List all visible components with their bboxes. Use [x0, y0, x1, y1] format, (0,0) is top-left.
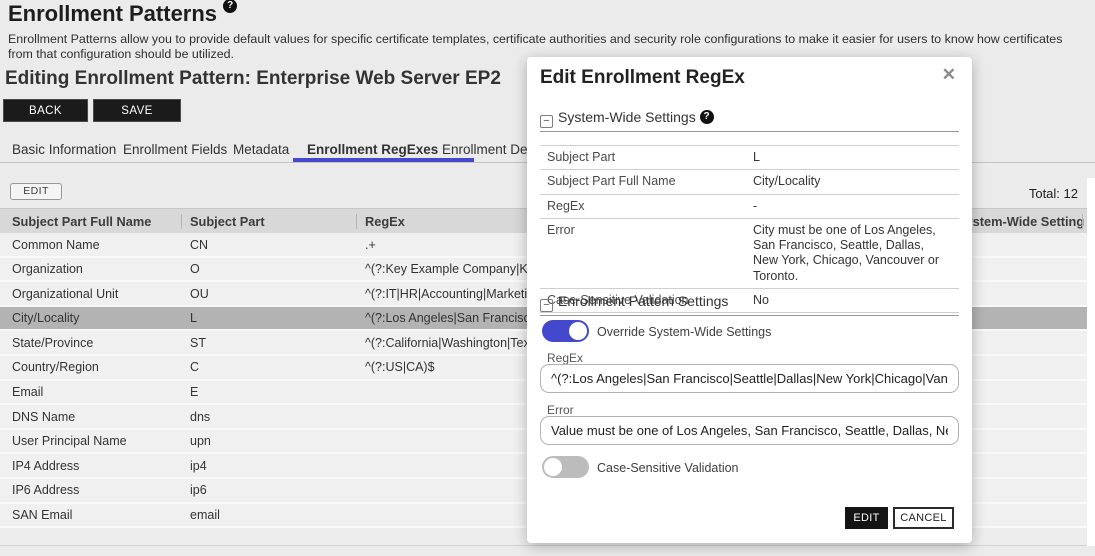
toggle-knob: [569, 322, 587, 340]
cell-regex: ^(?:California|Washington|Texas: [365, 336, 543, 350]
case-sensitive-toggle[interactable]: [542, 456, 589, 478]
cell-subject-part: CN: [190, 238, 208, 252]
system-section-title: System-Wide Settings: [558, 109, 696, 125]
info-value: No: [753, 293, 951, 308]
page-title: Enrollment Patterns ?: [8, 1, 237, 27]
case-sensitive-toggle-label: Case-Sensitive Validation: [597, 461, 739, 475]
info-label: Subject Part Full Name: [540, 174, 753, 189]
info-value: City must be one of Los Angeles, San Fra…: [753, 223, 951, 284]
cell-full-name: Email: [12, 385, 43, 399]
enrollment-pattern-settings-header: −Enrollment Pattern Settings: [540, 293, 728, 312]
info-value: -: [753, 199, 951, 214]
right-gutter: [1087, 178, 1095, 546]
cell-full-name: Country/Region: [12, 360, 99, 374]
cell-full-name: Common Name: [12, 238, 100, 252]
system-settings-help-icon[interactable]: ?: [700, 110, 714, 124]
cell-subject-part: email: [190, 508, 220, 522]
override-system-wide-toggle[interactable]: [542, 320, 589, 342]
column-separator: [356, 214, 357, 229]
col-system-wide-setting[interactable]: System-Wide Setting: [957, 214, 1084, 229]
section-underline: [540, 315, 959, 316]
collapse-icon[interactable]: −: [540, 299, 553, 312]
grid-total-count: Total: 12: [1029, 186, 1078, 201]
info-value: L: [753, 150, 951, 165]
cell-regex: ^(?:US|CA)$: [365, 360, 435, 374]
cell-subject-part: dns: [190, 410, 210, 424]
cell-regex: ^(?:Key Example Company|Key: [365, 262, 541, 276]
cell-subject-part: upn: [190, 434, 211, 448]
cell-subject-part: ip4: [190, 459, 207, 473]
enrollment-patterns-page: Enrollment Patterns ? Enrollment Pattern…: [0, 0, 1095, 556]
cell-subject-part: ST: [190, 336, 206, 350]
cell-full-name: Organizational Unit: [12, 287, 118, 301]
column-separator: [1082, 214, 1083, 229]
modal-cancel-button[interactable]: CANCEL: [893, 507, 954, 529]
cell-full-name: Organization: [12, 262, 83, 276]
cell-subject-part: OU: [190, 287, 209, 301]
override-toggle-label: Override System-Wide Settings: [597, 325, 771, 339]
save-button[interactable]: SAVE: [93, 99, 181, 122]
info-row-subject-part-full-name: Subject Part Full Name City/Locality: [540, 170, 959, 194]
column-separator: [181, 214, 182, 229]
tab-enrollment-defaults[interactable]: Enrollment De: [442, 142, 528, 157]
info-row-regex: RegEx -: [540, 195, 959, 219]
tab-basic-information[interactable]: Basic Information: [12, 142, 116, 157]
cell-full-name: SAN Email: [12, 508, 72, 522]
cell-subject-part: O: [190, 262, 200, 276]
section-underline: [540, 131, 959, 132]
cell-subject-part: E: [190, 385, 198, 399]
tab-enrollment-fields[interactable]: Enrollment Fields: [123, 142, 227, 157]
info-label: Error: [540, 223, 753, 284]
active-tab-underline: [293, 158, 474, 162]
modal-title: Edit Enrollment RegEx: [540, 67, 745, 89]
pattern-section-title: Enrollment Pattern Settings: [558, 293, 728, 309]
info-label: Subject Part: [540, 150, 753, 165]
cell-full-name: State/Province: [12, 336, 93, 350]
col-subject-part[interactable]: Subject Part: [190, 214, 265, 229]
cell-subject-part: ip6: [190, 483, 207, 497]
error-field-label: Error: [547, 403, 574, 417]
page-help-icon[interactable]: ?: [223, 0, 237, 13]
system-wide-settings-header: −System-Wide Settings ?: [540, 109, 714, 128]
cell-full-name: IP6 Address: [12, 483, 79, 497]
system-settings-table: Subject Part L Subject Part Full Name Ci…: [540, 145, 959, 313]
info-row-error: Error City must be one of Los Angeles, S…: [540, 219, 959, 289]
cell-full-name: IP4 Address: [12, 459, 79, 473]
cell-full-name: City/Locality: [12, 311, 79, 325]
cell-full-name: DNS Name: [12, 410, 75, 424]
toggle-knob: [544, 458, 562, 476]
cell-subject-part: C: [190, 360, 199, 374]
cell-regex: .+: [365, 238, 376, 252]
page-title-text: Enrollment Patterns: [8, 1, 217, 26]
info-label: RegEx: [540, 199, 753, 214]
collapse-icon[interactable]: −: [540, 115, 553, 128]
regex-input[interactable]: [540, 364, 959, 393]
info-value: City/Locality: [753, 174, 951, 189]
cell-regex: ^(?:IT|HR|Accounting|Marketing|: [365, 287, 544, 301]
tab-metadata[interactable]: Metadata: [233, 142, 289, 157]
back-button[interactable]: BACK: [3, 99, 88, 122]
tab-enrollment-regexes[interactable]: Enrollment RegExes: [307, 142, 438, 157]
cell-full-name: User Principal Name: [12, 434, 127, 448]
regex-field-label: RegEx: [547, 351, 583, 365]
error-input[interactable]: [540, 416, 959, 445]
col-regex[interactable]: RegEx: [365, 214, 405, 229]
close-icon[interactable]: ✕: [942, 65, 956, 85]
editing-pattern-title: Editing Enrollment Pattern: Enterprise W…: [5, 68, 501, 90]
cell-subject-part: L: [190, 311, 197, 325]
edit-enrollment-regex-modal: Edit Enrollment RegEx ✕ −System-Wide Set…: [527, 57, 972, 543]
modal-edit-button[interactable]: EDIT: [845, 507, 888, 529]
col-subject-part-full-name[interactable]: Subject Part Full Name: [12, 214, 151, 229]
grid-edit-button[interactable]: EDIT: [10, 183, 62, 200]
info-row-subject-part: Subject Part L: [540, 146, 959, 170]
